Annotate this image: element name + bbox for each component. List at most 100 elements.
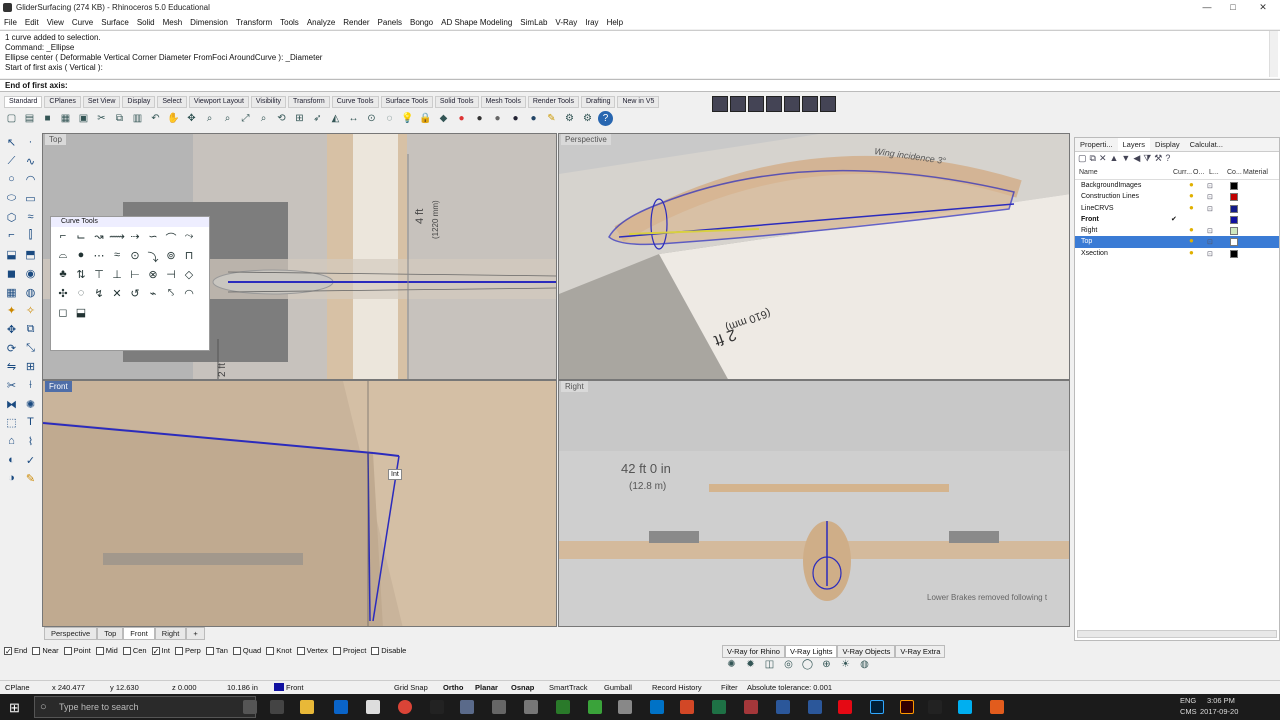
arc-icon[interactable]: ◠	[21, 173, 40, 192]
col-material[interactable]: Material	[1243, 169, 1268, 176]
new-layer-icon[interactable]: ▢	[1078, 153, 1087, 165]
vray-spot-light-icon[interactable]: ✹	[743, 657, 758, 672]
close-button[interactable]: ✕	[1250, 0, 1276, 15]
sphere-icon[interactable]: ◉	[21, 267, 40, 286]
open-file-icon[interactable]: ▤	[22, 111, 37, 126]
light-bulb-on-icon[interactable]: ●	[1189, 248, 1197, 257]
rebuild-icon[interactable]: ⌓	[54, 249, 72, 268]
status-record-history[interactable]: Record History	[652, 683, 702, 692]
menu-solid[interactable]: Solid	[137, 18, 155, 27]
rhino-taskbar-icon[interactable]	[460, 700, 474, 714]
form-icon[interactable]: ⊢	[126, 268, 144, 287]
print-icon[interactable]: ▦	[58, 111, 73, 126]
new-file-icon[interactable]: ▢	[4, 111, 19, 126]
app-icon-1[interactable]	[430, 700, 444, 714]
curve-tools-title[interactable]: Curve Tools	[51, 217, 209, 227]
distance-icon[interactable]: ↔	[346, 111, 361, 126]
tab-visibility[interactable]: Visibility	[250, 96, 287, 108]
fillet-curves-icon[interactable]: ⌐	[54, 230, 72, 249]
maximize-button[interactable]: □	[1220, 0, 1246, 15]
add-viewport-tab-icon[interactable]: +	[186, 627, 205, 640]
status-filter[interactable]: Filter	[721, 683, 738, 692]
col-lock[interactable]: L...	[1209, 169, 1227, 176]
tab-standard[interactable]: Standard	[4, 96, 43, 108]
mirror-icon[interactable]: ⇋	[2, 360, 21, 379]
vray-dome-light-icon[interactable]: ⊕	[819, 657, 834, 672]
zoom-extents-icon[interactable]: ⤢	[238, 111, 253, 126]
layer-color-swatch[interactable]	[1230, 238, 1238, 247]
grid-icon[interactable]: ◌	[382, 111, 397, 126]
viewport-perspective[interactable]: Wing incidence 3° 2 ft (610 mm) Perspect…	[558, 133, 1070, 380]
layer-help-icon[interactable]: ?	[1165, 153, 1170, 165]
light-bulb-on-icon[interactable]: ●	[1189, 192, 1197, 200]
analyze-icon[interactable]: ⌂	[2, 435, 21, 454]
point-icon[interactable]: ·	[21, 136, 40, 155]
viewport-title-right[interactable]: Right	[561, 381, 588, 392]
status-cplane[interactable]: CPlane	[5, 683, 30, 692]
layer-row[interactable]: LineCRVS ● ⊡	[1075, 203, 1279, 214]
check-icon[interactable]: ✓	[21, 454, 40, 473]
move-icon[interactable]: ✥	[2, 323, 21, 342]
refit-icon[interactable]: ≈	[108, 249, 126, 268]
explode-icon[interactable]: ✺	[21, 398, 40, 417]
menu-help[interactable]: Help	[607, 18, 623, 27]
checkbox[interactable]	[371, 646, 380, 655]
fillet-icon[interactable]: ⌐	[2, 229, 21, 248]
layer-color-swatch[interactable]	[1230, 182, 1238, 190]
menu-panels[interactable]: Panels	[378, 18, 402, 27]
undo-view-icon[interactable]: ⟲	[274, 111, 289, 126]
fit-icon[interactable]: ⇅	[72, 268, 90, 287]
save-icon[interactable]: ■	[40, 111, 55, 126]
trim-icon[interactable]: ✂	[2, 379, 21, 398]
osnap-mid[interactable]: Mid	[95, 646, 118, 655]
simplify-icon[interactable]: ⋯	[90, 249, 108, 268]
checkbox[interactable]	[332, 646, 341, 655]
new-sublayer-icon[interactable]: ⧉	[1090, 153, 1096, 165]
circle-icon[interactable]: ○	[2, 173, 21, 192]
cplane-icon[interactable]: ◭	[328, 111, 343, 126]
col-color[interactable]: Co...	[1227, 169, 1243, 176]
viewport-front[interactable]: Int Front	[42, 380, 557, 627]
box-icon[interactable]: ◼	[2, 267, 21, 286]
join-icon[interactable]: ⧓	[2, 398, 21, 417]
curve-solid-icon[interactable]: ⬓	[72, 306, 90, 325]
viewport-right[interactable]: 42 ft 0 in (12.8 m) Lower Brakes removed…	[558, 380, 1070, 627]
vray-mesh-light-icon[interactable]: ◍	[857, 657, 872, 672]
checkbox[interactable]	[232, 646, 241, 655]
vray-frame-buffer-icon[interactable]	[748, 96, 764, 112]
store-icon[interactable]	[366, 700, 380, 714]
language-indicator[interactable]: ENG	[1180, 696, 1196, 705]
checkbox[interactable]	[296, 646, 305, 655]
layer-color-swatch[interactable]	[1230, 215, 1238, 224]
light-bulb-on-icon[interactable]: ●	[1189, 226, 1197, 234]
skype-icon[interactable]	[958, 700, 972, 714]
file-explorer-icon[interactable]	[300, 700, 314, 714]
curve-icon[interactable]: ∿	[21, 155, 40, 174]
tab-set-view[interactable]: Set View	[82, 96, 121, 108]
render-icon[interactable]: ◐	[2, 454, 21, 473]
menu-edit[interactable]: Edit	[25, 18, 39, 27]
import-icon[interactable]: ▣	[76, 111, 91, 126]
menu-file[interactable]: File	[4, 18, 17, 27]
layer-row[interactable]: Xsection ● ⊡	[1075, 248, 1279, 259]
viewport-title-top[interactable]: Top	[45, 134, 66, 145]
array-icon[interactable]: ⊞	[21, 360, 40, 379]
checkbox[interactable]: ✓	[151, 646, 160, 655]
layer-row[interactable]: Construction Lines ● ⊡	[1075, 191, 1279, 202]
filter-icon[interactable]: ⧩	[1143, 153, 1151, 165]
copy-icon[interactable]: ⧉	[112, 111, 127, 126]
move-down-icon[interactable]: ▼	[1121, 153, 1130, 165]
osnap-perp[interactable]: Perp	[174, 646, 201, 655]
layer-icon[interactable]: ◆	[436, 111, 451, 126]
menu-tools[interactable]: Tools	[280, 18, 299, 27]
boolean-icon[interactable]: ◍	[21, 286, 40, 305]
curve-through-icon[interactable]: ◠	[180, 287, 198, 306]
vtab-right[interactable]: Right	[154, 627, 187, 640]
minimize-button[interactable]: —	[1194, 0, 1220, 15]
tab-layers[interactable]: Layers	[1117, 138, 1151, 151]
tab-surface-tools[interactable]: Surface Tools	[380, 96, 433, 108]
taskbar-search-box[interactable]: ○ Type here to search	[34, 696, 256, 718]
illustrator-icon[interactable]	[900, 700, 914, 714]
onenote-icon[interactable]	[776, 700, 790, 714]
osnap-end[interactable]: ✓ End	[4, 646, 27, 655]
